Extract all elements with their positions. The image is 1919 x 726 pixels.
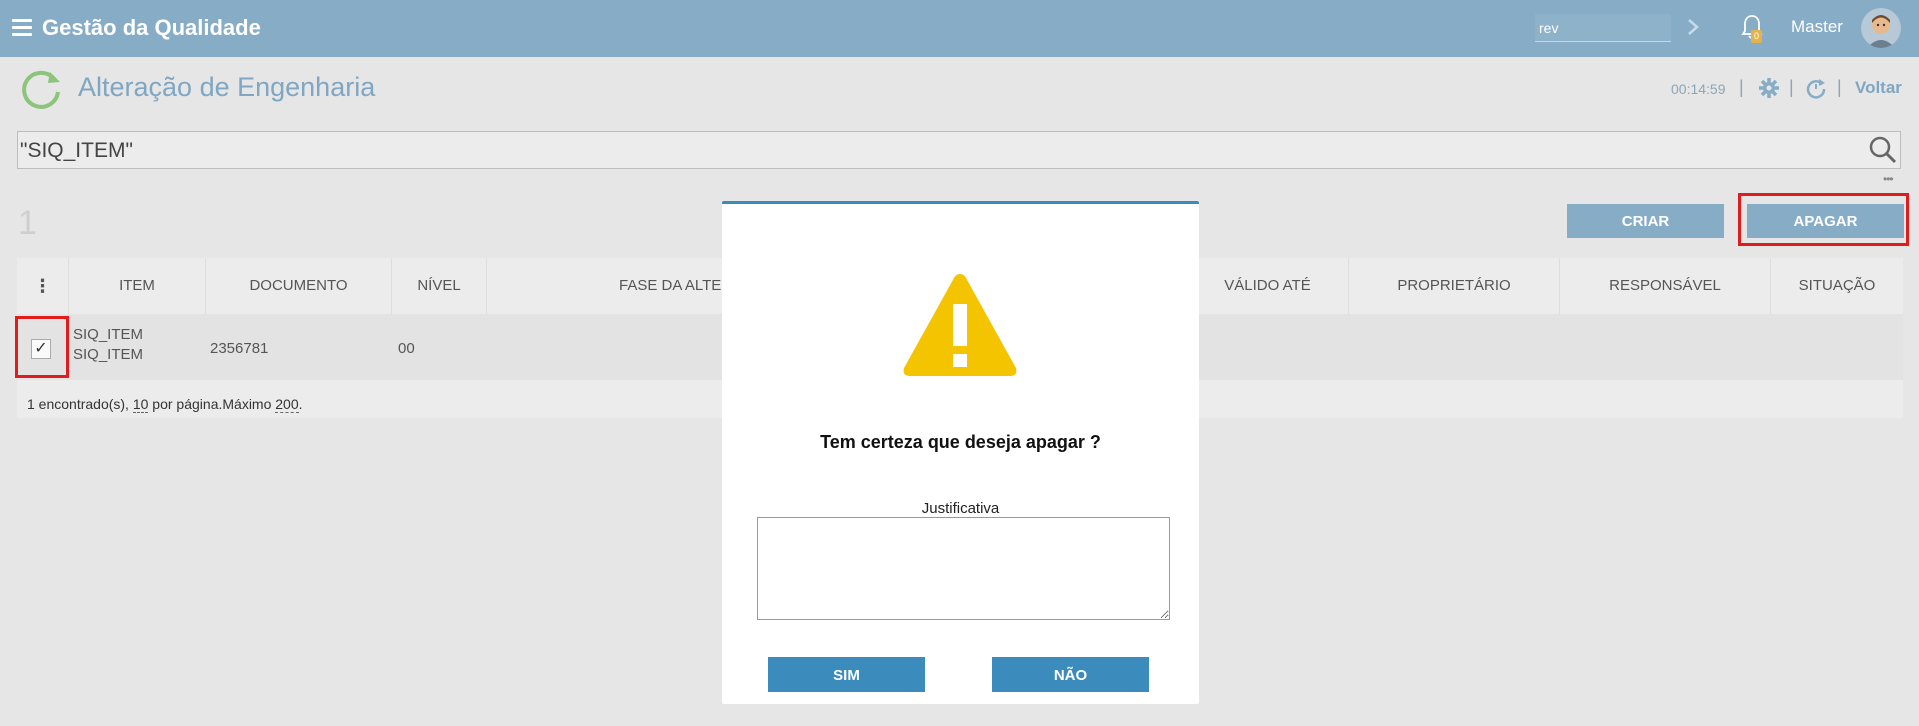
gear-icon[interactable] [1758,77,1780,99]
nivel-cell: 00 [398,340,415,357]
hamburger-menu-icon[interactable] [12,19,32,36]
top-bar: Gestão da Qualidade 0 Master [0,0,1919,57]
search-input[interactable]: "SIQ_ITEM" [17,131,1901,169]
footer-end: . [298,396,303,412]
more-options-icon[interactable]: ••• [1883,172,1894,186]
warning-icon [903,274,1017,376]
search-value: "SIQ_ITEM" [20,139,133,162]
column-header-responsavel[interactable]: RESPONSÁVEL [1560,258,1771,314]
per-page-text: por página.Máximo [148,396,276,412]
column-header-situacao[interactable]: SITUAÇÃO [1771,258,1903,314]
found-count-text: 1 encontrado(s), [27,396,133,412]
back-link[interactable]: Voltar [1855,78,1902,98]
item-cell-line2: SIQ_ITEM [73,346,144,363]
column-header-valido-ate[interactable]: VÁLIDO ATÉ [1187,258,1349,314]
yes-button[interactable]: SIM [768,657,925,692]
per-page-selector[interactable]: 10 [132,396,149,413]
column-header-documento[interactable]: DOCUMENTO [206,258,392,314]
refresh-icon[interactable] [1805,77,1827,99]
avatar[interactable] [1861,8,1901,48]
create-button[interactable]: CRIAR [1567,204,1724,238]
search-icon[interactable] [1868,135,1898,165]
item-cell-line1: SIQ_ITEM [73,326,144,343]
column-header-item[interactable]: ITEM [69,258,206,314]
separator: | [1837,77,1842,97]
notification-badge: 0 [1751,30,1762,43]
justification-textarea[interactable] [757,517,1170,620]
highlight-box-delete [1738,193,1909,246]
chevron-right-icon[interactable] [1686,17,1700,37]
column-menu-icon[interactable]: ⋮ [17,258,69,314]
separator: | [1789,77,1794,97]
documento-cell: 2356781 [210,340,269,357]
no-button[interactable]: NÃO [992,657,1149,692]
result-count: 1 [18,204,37,242]
separator: | [1739,77,1744,97]
top-search-input[interactable] [1535,14,1671,42]
page-title: Alteração de Engenharia [78,72,376,102]
app-title: Gestão da Qualidade [42,15,261,40]
justification-label: Justificativa [921,500,1000,517]
column-header-nivel[interactable]: NÍVEL [392,258,487,314]
confirm-delete-dialog: Tem certeza que deseja apagar ? Justific… [722,201,1199,704]
confirm-message: Tem certeza que deseja apagar ? [820,432,1101,452]
user-name[interactable]: Master [1791,17,1843,37]
max-selector[interactable]: 200 [275,396,299,413]
column-header-proprietario[interactable]: PROPRIETÁRIO [1349,258,1560,314]
session-timer: 00:14:59 [1671,81,1726,97]
highlight-box-checkbox [15,316,69,378]
pagination-info: 1 encontrado(s), 10 por página.Máximo 20… [27,396,303,413]
refresh-circle-icon [22,70,60,109]
